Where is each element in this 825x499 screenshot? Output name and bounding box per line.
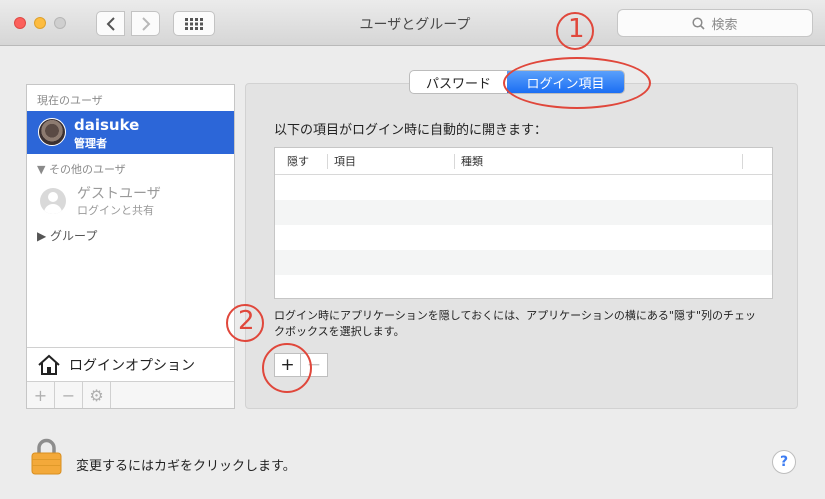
show-all-button[interactable] <box>173 11 215 36</box>
zoom-window-button[interactable] <box>54 17 66 29</box>
annotation-number-2: 2 <box>238 306 255 336</box>
search-field[interactable]: 検索 <box>617 9 813 37</box>
column-kind[interactable]: 種類 <box>455 153 743 169</box>
table-row <box>275 225 772 250</box>
table-row <box>275 200 772 225</box>
hide-note: ログイン時にアプリケーションを隠しておくには、アプリケーションの横にある"隠す"… <box>274 309 757 338</box>
search-icon <box>692 16 706 30</box>
login-items-description: 以下の項目がログイン時に自動的に開きます： <box>274 123 548 138</box>
login-options-item[interactable]: ログインオプション <box>27 347 234 381</box>
user-item-selected[interactable]: daisuke 管理者 <box>27 111 234 154</box>
sidebar-footer: + − ⚙ <box>27 381 234 408</box>
chevron-right-icon <box>141 16 150 31</box>
table-row <box>275 275 772 300</box>
add-user-button[interactable]: + <box>27 382 55 408</box>
annotation-ring-add <box>262 343 312 393</box>
tab-password[interactable]: パスワード <box>410 71 507 93</box>
table-row <box>275 175 772 200</box>
lock-icon[interactable] <box>31 437 62 475</box>
chevron-left-icon <box>106 16 115 31</box>
house-icon <box>38 354 60 375</box>
guest-subtitle: ログインと共有 <box>77 204 154 217</box>
back-button[interactable] <box>96 11 125 36</box>
table-header: 隠す 項目 種類 <box>275 148 772 175</box>
help-button[interactable]: ? <box>772 450 796 474</box>
gear-icon[interactable]: ⚙ <box>83 382 111 408</box>
guest-avatar-icon <box>40 188 66 214</box>
forward-button[interactable] <box>131 11 160 36</box>
guest-name: ゲストユーザ <box>77 186 161 202</box>
minimize-window-button[interactable] <box>34 17 46 29</box>
column-item[interactable]: 項目 <box>328 153 455 169</box>
remove-user-button[interactable]: − <box>55 382 83 408</box>
column-hide[interactable]: 隠す <box>275 153 328 169</box>
current-users-label: 現在のユーザ <box>37 94 103 107</box>
user-item-guest[interactable]: ゲストユーザ ログインと共有 <box>27 181 234 221</box>
user-role: 管理者 <box>74 137 107 150</box>
login-options-label: ログインオプション <box>69 357 195 374</box>
users-sidebar: 現在のユーザ daisuke 管理者 ▼ その他のユーザ ゲストユーザ ログイン… <box>26 84 235 409</box>
table-row <box>275 250 772 275</box>
other-users-label[interactable]: ▼ その他のユーザ <box>27 161 126 177</box>
login-items-table[interactable]: 隠す 項目 種類 <box>274 147 773 299</box>
title-bar: ユーザとグループ 検索 <box>0 0 825 46</box>
search-placeholder: 検索 <box>711 17 738 33</box>
avatar <box>38 118 66 146</box>
annotation-ring-tab <box>503 57 651 109</box>
close-window-button[interactable] <box>14 17 26 29</box>
groups-label[interactable]: ▶ グループ <box>27 227 97 244</box>
annotation-number-1: 1 <box>568 14 585 44</box>
window-title: ユーザとグループ <box>359 17 471 33</box>
grid-icon <box>185 17 203 30</box>
lock-message: 変更するにはカギをクリックします。 <box>76 459 296 474</box>
user-name: daisuke <box>74 116 140 134</box>
